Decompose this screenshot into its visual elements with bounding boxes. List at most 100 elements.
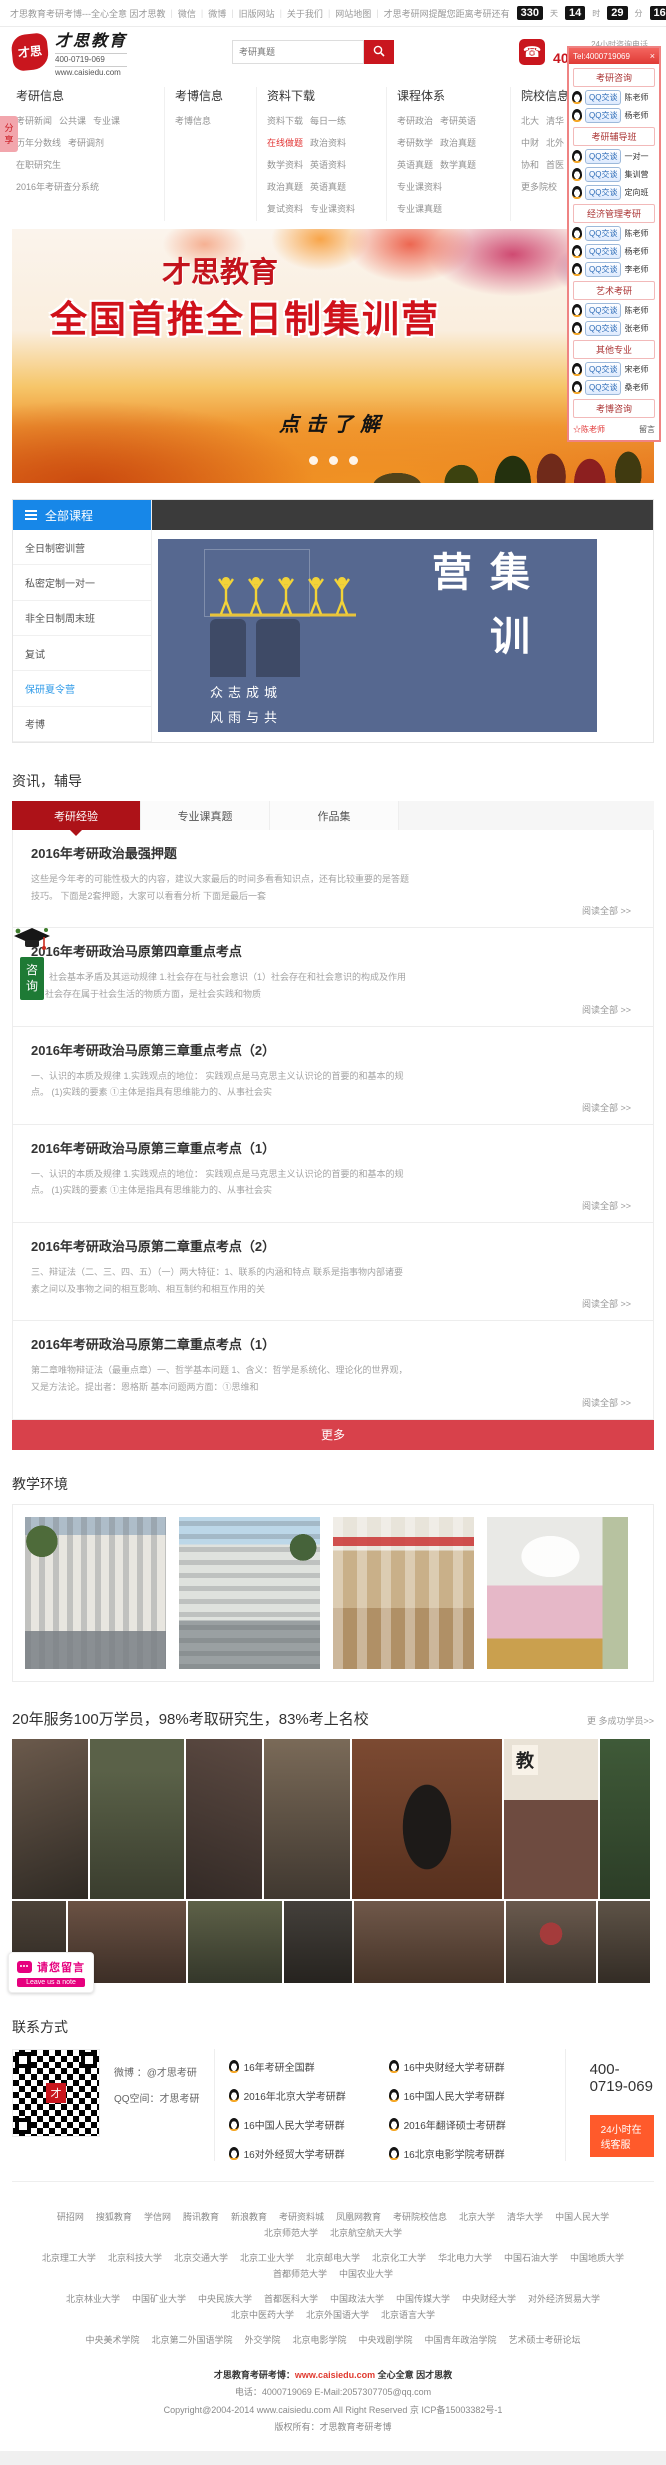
nav-link[interactable]: 北大 (521, 114, 539, 127)
featured-teacher[interactable]: ☆陈老师 (573, 424, 605, 435)
friend-link[interactable]: 艺术硕士考研论坛 (509, 2336, 581, 2345)
friend-link[interactable]: 北京中医药大学 (231, 2311, 294, 2320)
qq-chat-button[interactable]: QQ交谈 (585, 321, 621, 336)
friend-link[interactable]: 北京化工大学 (372, 2254, 426, 2263)
consult-tab[interactable]: 咨询 (10, 926, 54, 1000)
news-tab[interactable]: 专业课真题 (141, 801, 270, 830)
qq-chat-button[interactable]: QQ交谈 (585, 380, 621, 395)
news-tab[interactable]: 作品集 (270, 801, 399, 830)
qzone-account[interactable]: QQ空间：才思考研 (114, 2087, 200, 2113)
read-more-link[interactable]: 阅读全部 >> (31, 1101, 635, 1119)
friend-link[interactable]: 北京航空航天大学 (330, 2229, 402, 2238)
friend-link[interactable]: 中国青年政治学院 (425, 2336, 497, 2345)
read-more-link[interactable]: 阅读全部 >> (31, 1396, 635, 1414)
nav-link[interactable]: 数学真题 (440, 158, 476, 171)
nav-link[interactable]: 2016年考研查分系统 (16, 180, 99, 193)
friend-link[interactable]: 中国人民大学 (555, 2213, 609, 2222)
qq-chat-button[interactable]: QQ交谈 (585, 244, 621, 259)
friend-link[interactable]: 北京科技大学 (108, 2254, 162, 2263)
nav-link[interactable]: 英语资料 (310, 158, 346, 171)
friend-link[interactable]: 北京理工大学 (42, 2254, 96, 2263)
qq-group-link[interactable]: 16北京电影学院考研群 (389, 2146, 551, 2161)
qq-chat-button[interactable]: QQ交谈 (585, 108, 621, 123)
read-more-link[interactable]: 阅读全部 >> (31, 1297, 635, 1315)
friend-link[interactable]: 中央民族大学 (198, 2295, 252, 2304)
search-button[interactable] (364, 40, 394, 64)
nav-link[interactable]: 考研政治 (397, 114, 433, 127)
copyright-site[interactable]: www.caisiedu.com (295, 2370, 375, 2380)
topbar-link-about[interactable]: 关于我们 (287, 7, 323, 20)
friend-link[interactable]: 北京第二外国语学院 (151, 2336, 232, 2345)
nav-link[interactable]: 公共课 (59, 114, 86, 127)
nav-link[interactable]: 专业课资料 (310, 202, 355, 215)
logo[interactable]: 才思 才思教育 400-0719-069 www.caisiedu.com (12, 27, 127, 77)
nav-link[interactable]: 在线做题 (267, 136, 303, 149)
friend-link[interactable]: 北京林业大学 (66, 2295, 120, 2304)
read-more-link[interactable]: 阅读全部 >> (31, 1003, 635, 1021)
nav-link[interactable]: 北外 (546, 136, 564, 149)
qq-group-link[interactable]: 2016年北京大学考研群 (229, 2088, 381, 2103)
nav-column-title[interactable]: 考博信息 (175, 87, 246, 104)
friend-link[interactable]: 北京语言大学 (381, 2311, 435, 2320)
share-tab[interactable]: 分享 (0, 116, 18, 152)
course-menu-item[interactable]: 全日制密训营 (13, 530, 151, 565)
friend-link[interactable]: 首都医科大学 (264, 2295, 318, 2304)
nav-link[interactable]: 考研数学 (397, 136, 433, 149)
qq-group-link[interactable]: 16中国人民大学考研群 (389, 2088, 551, 2103)
qq-chat-button[interactable]: QQ交谈 (585, 167, 621, 182)
friend-link[interactable]: 清华大学 (507, 2213, 543, 2222)
nav-link[interactable]: 协和 (521, 158, 539, 171)
qq-chat-button[interactable]: QQ交谈 (585, 262, 621, 277)
online-service-button[interactable]: 24小时在线客服 (590, 2115, 654, 2157)
friend-link[interactable]: 北京外国语大学 (306, 2311, 369, 2320)
leave-message-link[interactable]: 留言 (639, 424, 655, 435)
nav-link[interactable]: 复试资料 (267, 202, 303, 215)
nav-link[interactable]: 英语真题 (310, 180, 346, 193)
friend-link[interactable]: 腾讯教育 (183, 2213, 219, 2222)
article-title[interactable]: 2016年考研政治最强押题 (31, 843, 635, 862)
friend-link[interactable]: 考研资料城 (279, 2213, 324, 2222)
qq-chat-button[interactable]: QQ交谈 (585, 149, 621, 164)
carousel-dot[interactable] (309, 456, 318, 465)
read-more-link[interactable]: 阅读全部 >> (31, 904, 635, 922)
close-icon[interactable]: × (650, 51, 655, 61)
friend-link[interactable]: 北京师范大学 (264, 2229, 318, 2238)
article-title[interactable]: 2016年考研政治马原第三章重点考点（1） (31, 1138, 635, 1157)
nav-link[interactable]: 考研新闻 (16, 114, 52, 127)
nav-link[interactable]: 考博信息 (175, 114, 211, 127)
course-menu-item[interactable]: 考博 (13, 707, 151, 742)
qq-group-link[interactable]: 2016年翻译硕士考研群 (389, 2117, 551, 2132)
qq-group-link[interactable]: 16中国人民大学考研群 (229, 2117, 381, 2132)
article-title[interactable]: 2016年考研政治马原第二章重点考点（1） (31, 1334, 635, 1353)
nav-link[interactable]: 政治真题 (267, 180, 303, 193)
friend-link[interactable]: 中央戏剧学院 (359, 2336, 413, 2345)
qq-chat-button[interactable]: QQ交谈 (585, 362, 621, 377)
friend-link[interactable]: 首都师范大学 (273, 2270, 327, 2279)
qq-chat-button[interactable]: QQ交谈 (585, 226, 621, 241)
nav-link[interactable]: 数学资料 (267, 158, 303, 171)
friend-link[interactable]: 学信网 (144, 2213, 171, 2222)
nav-link[interactable]: 考研调剂 (68, 136, 104, 149)
friend-link[interactable]: 搜狐教育 (96, 2213, 132, 2222)
friend-link[interactable]: 华北电力大学 (438, 2254, 492, 2263)
qq-chat-button[interactable]: QQ交谈 (585, 303, 621, 318)
friend-link[interactable]: 中国政法大学 (330, 2295, 384, 2304)
course-menu-header[interactable]: 全部课程 (13, 500, 151, 530)
friend-link[interactable]: 北京大学 (459, 2213, 495, 2222)
course-menu-item[interactable]: 非全日制周末班 (13, 601, 151, 636)
nav-link[interactable]: 专业课真题 (397, 202, 442, 215)
friend-link[interactable]: 对外经济贸易大学 (528, 2295, 600, 2304)
nav-link[interactable]: 考研英语 (440, 114, 476, 127)
course-promo-panel[interactable]: 众志成城 风雨与共 集训营 (158, 539, 597, 732)
qq-chat-button[interactable]: QQ交谈 (585, 185, 621, 200)
nav-link[interactable]: 专业课资料 (397, 180, 442, 193)
topbar-link-wechat[interactable]: 微信 (178, 7, 196, 20)
friend-link[interactable]: 中央财经大学 (462, 2295, 516, 2304)
leave-note-badge[interactable]: 请您留言 Leave us a note (8, 1952, 94, 1993)
nav-column-title[interactable]: 课程体系 (397, 87, 500, 104)
nav-column-title[interactable]: 考研信息 (16, 87, 154, 104)
read-more-link[interactable]: 阅读全部 >> (31, 1199, 635, 1217)
nav-link[interactable]: 首医 (546, 158, 564, 171)
qq-chat-button[interactable]: QQ交谈 (585, 90, 621, 105)
friend-link[interactable]: 中央美术学院 (85, 2336, 139, 2345)
